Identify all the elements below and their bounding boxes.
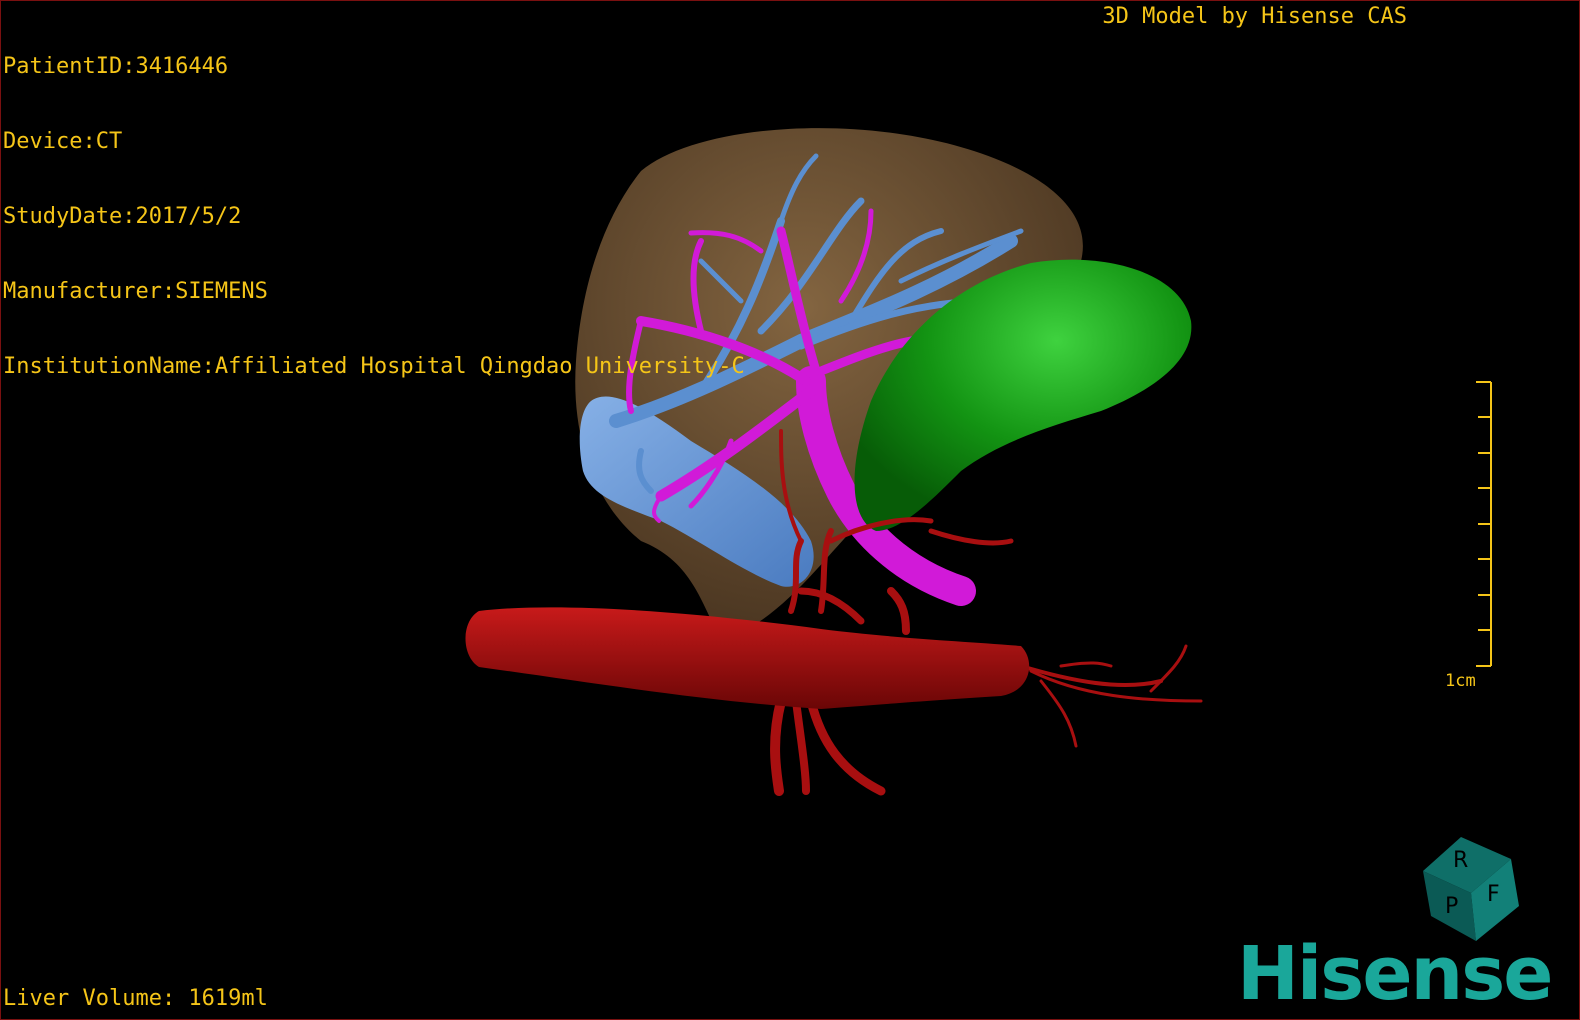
dicom-metadata: PatientID:3416446 Device:CT StudyDate:20… [3,4,745,429]
scale-label: 1cm [1445,671,1476,691]
liver-volume: Liver Volume: 1619ml [3,986,268,1011]
cube-face-p: P [1445,894,1458,919]
institution-name: InstitutionName:Affiliated Hospital Qing… [3,354,745,379]
device: Device:CT [3,129,123,154]
cube-face-r: R [1453,848,1468,873]
orientation-cube[interactable]: R F P [1423,837,1519,941]
hisense-logo: Hisense [1237,931,1553,1017]
manufacturer: Manufacturer:SIEMENS [3,279,268,304]
model-title: 3D Model by Hisense CAS [1102,4,1407,29]
3d-viewport[interactable]: R F P PatientID:3416446 Device:CT StudyD… [0,0,1580,1020]
patient-id: PatientID:3416446 [3,54,229,79]
cube-face-f: F [1487,882,1500,907]
scale-bar [1476,381,1492,667]
study-date: StudyDate:2017/5/2 [3,204,242,229]
aorta [465,607,1030,709]
